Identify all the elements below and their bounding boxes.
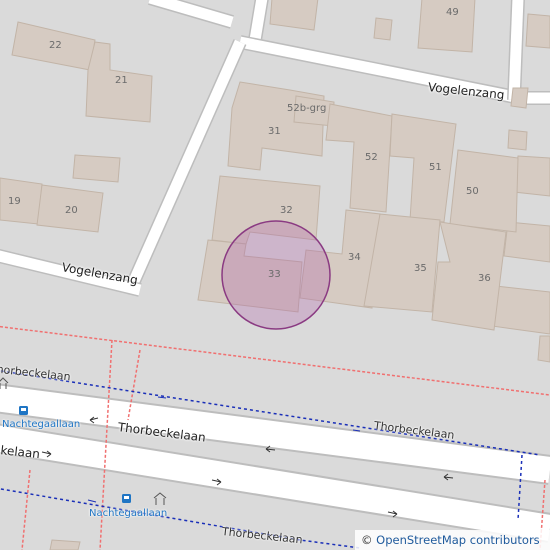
bus-stop-icon[interactable] <box>19 406 28 415</box>
house-number-34: 34 <box>348 252 361 263</box>
building-edge-right <box>537 335 550 363</box>
house-number-33: 33 <box>268 269 281 280</box>
bus-stop-label: Nachtegaallaan <box>2 419 81 430</box>
bus-stop-label: Nachtegaallaan <box>89 508 168 519</box>
house-number-52b-grg: 52b-grg <box>287 103 327 114</box>
house-number-22: 22 <box>49 40 62 51</box>
house-number-49: 49 <box>446 7 459 18</box>
building-small-c <box>510 87 529 109</box>
building-right-c <box>491 285 550 335</box>
building-small-d <box>507 129 528 151</box>
building-bottom-left <box>49 539 81 550</box>
house-number-32: 32 <box>280 205 293 216</box>
building-50 <box>449 149 519 233</box>
house-number-31: 31 <box>268 126 281 137</box>
house-number-21: 21 <box>115 75 128 86</box>
attribution-bar: © OpenStreetMap contributors <box>355 530 550 550</box>
house-number-51: 51 <box>429 162 442 173</box>
bus-stop-icon[interactable] <box>122 494 131 503</box>
building-right-a <box>513 155 550 197</box>
house-number-52: 52 <box>365 152 378 163</box>
building-small-a <box>72 154 121 183</box>
building-19 <box>0 177 43 225</box>
house-number-50: 50 <box>466 186 479 197</box>
building-small-b <box>373 17 393 41</box>
building-top-right <box>525 13 550 49</box>
house-number-36: 36 <box>478 273 491 284</box>
house-number-20: 20 <box>65 205 78 216</box>
house-number-19: 19 <box>8 196 21 207</box>
copyright-icon: © <box>361 533 373 547</box>
house-number-35: 35 <box>414 263 427 274</box>
attribution-link[interactable]: OpenStreetMap contributors <box>376 533 540 547</box>
